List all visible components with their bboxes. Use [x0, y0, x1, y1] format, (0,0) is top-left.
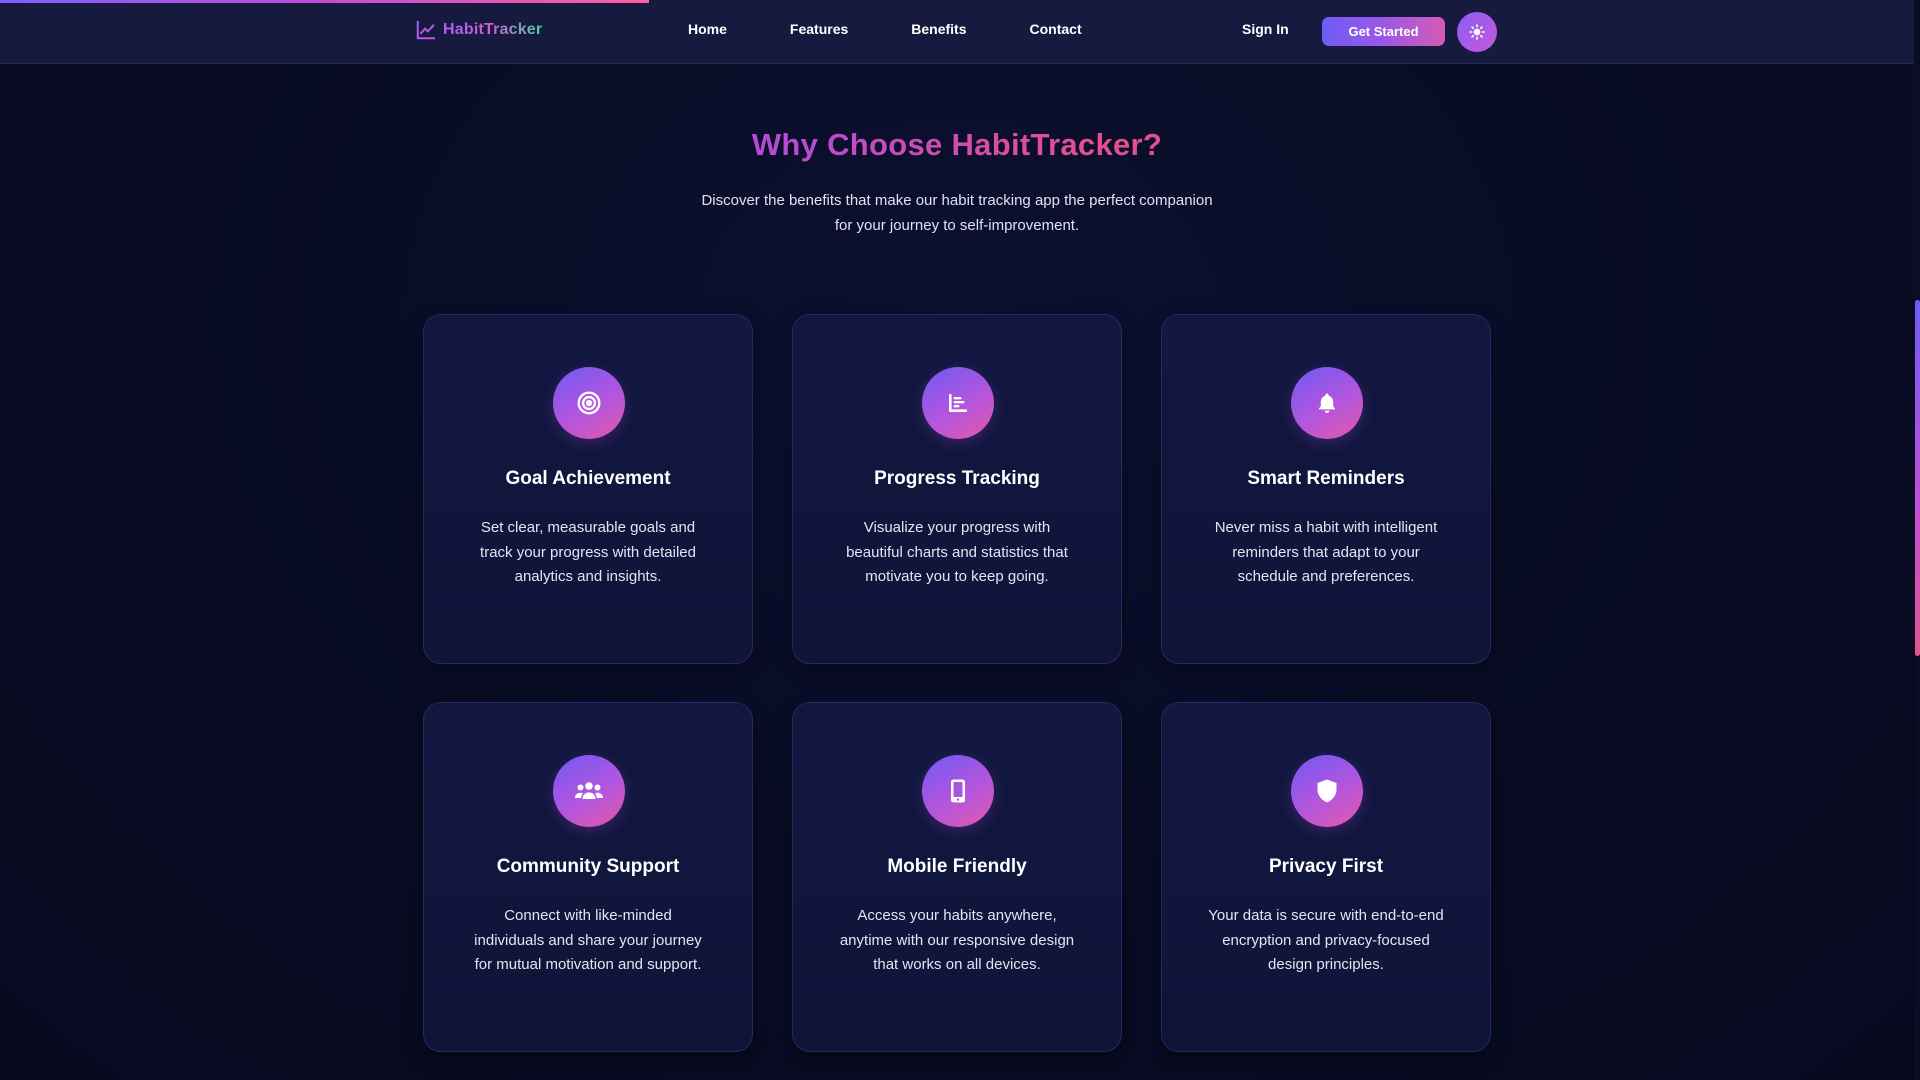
benefit-card-privacy-first: Privacy First Your data is secure with e… — [1161, 702, 1491, 1052]
bell-icon — [1291, 367, 1363, 439]
card-description: Your data is secure with end-to-end encr… — [1208, 907, 1444, 973]
card-title: Smart Reminders — [1247, 468, 1405, 489]
card-title: Progress Tracking — [874, 468, 1040, 489]
benefit-card-goal-achievement: Goal Achievement Set clear, measurable g… — [423, 314, 753, 664]
users-icon — [553, 755, 625, 827]
card-description: Set clear, measurable goals and track yo… — [480, 519, 696, 585]
benefit-card-community-support: Community Support Connect with like-mind… — [423, 702, 753, 1052]
page: HabitTracker Home Features Benefits Cont… — [0, 0, 1920, 1080]
card-title: Goal Achievement — [505, 468, 671, 489]
sign-in-link[interactable]: Sign In — [1242, 21, 1289, 37]
card-title: Community Support — [496, 856, 680, 877]
scroll-progress-fill — [0, 0, 649, 3]
benefit-card-mobile-friendly: Mobile Friendly Access your habits anywh… — [792, 702, 1122, 1052]
benefit-card-progress-tracking: Progress Tracking Visualize your progres… — [792, 314, 1122, 664]
get-started-button[interactable]: Get Started — [1322, 17, 1445, 46]
target-icon — [553, 367, 625, 439]
nav-link-benefits[interactable]: Benefits — [911, 21, 966, 37]
card-description: Visualize your progress with beautiful c… — [846, 519, 1068, 585]
nav-links: Home Features Benefits Contact — [688, 21, 1082, 37]
logo[interactable]: HabitTracker — [415, 19, 542, 41]
shield-icon — [1291, 755, 1363, 827]
trend-chart-icon — [416, 20, 436, 40]
card-title: Mobile Friendly — [887, 856, 1027, 877]
nav-link-features[interactable]: Features — [790, 21, 848, 37]
card-description: Access your habits anywhere, anytime wit… — [839, 907, 1075, 973]
section-subtitle: Discover the benefits that make our habi… — [701, 192, 1213, 234]
navbar: HabitTracker Home Features Benefits Cont… — [0, 0, 1914, 64]
card-description: Connect with like-minded individuals and… — [474, 907, 702, 973]
card-title: Privacy First — [1268, 856, 1384, 877]
logo-text: HabitTracker — [443, 21, 543, 38]
theme-toggle-button[interactable] — [1457, 12, 1497, 52]
scroll-progress-bar — [0, 0, 1920, 3]
nav-link-home[interactable]: Home — [688, 21, 727, 37]
nav-link-contact[interactable]: Contact — [1030, 21, 1082, 37]
page-scrollbar[interactable] — [1914, 0, 1920, 1080]
mobile-icon — [922, 755, 994, 827]
section-title: Why Choose HabitTracker? — [0, 127, 1914, 163]
scrollbar-thumb[interactable] — [1915, 300, 1920, 656]
sun-icon — [1469, 24, 1485, 40]
chart-icon — [922, 367, 994, 439]
benefit-card-smart-reminders: Smart Reminders Never miss a habit with … — [1161, 314, 1491, 664]
section-title-text: Why Choose HabitTracker? — [751, 127, 1163, 162]
card-description: Never miss a habit with intelligent remi… — [1214, 519, 1438, 585]
